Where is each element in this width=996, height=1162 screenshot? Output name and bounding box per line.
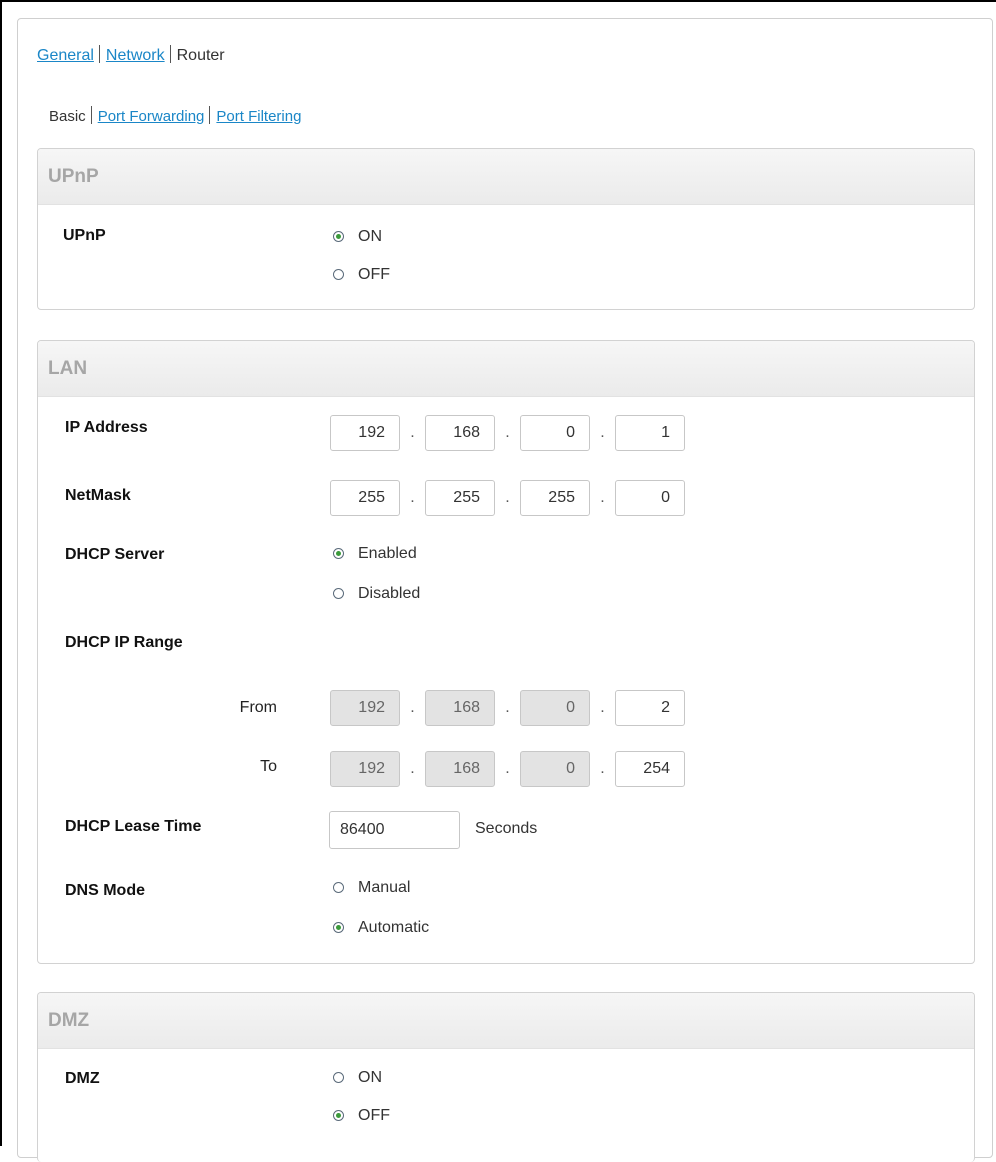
- radio-unselected-icon[interactable]: [333, 1072, 344, 1083]
- upnp-panel: UPnP: [37, 148, 975, 310]
- netmask-label: NetMask: [65, 487, 131, 504]
- lan-panel-title: LAN: [38, 341, 974, 397]
- dhcp-server-label: DHCP Server: [65, 546, 165, 563]
- netmask-octet-1[interactable]: 255: [330, 480, 400, 516]
- dns-automatic-label: Automatic: [358, 919, 430, 936]
- dns-automatic-option[interactable]: Automatic: [333, 917, 429, 939]
- netmask-input: 255. 255. 255. 0: [330, 480, 685, 516]
- lease-unit-label: Seconds: [475, 820, 538, 837]
- upnp-panel-title: UPnP: [38, 149, 974, 205]
- dmz-label: DMZ: [65, 1070, 100, 1087]
- main-tabs: General Network Router: [37, 45, 225, 65]
- tab-general[interactable]: General: [37, 47, 94, 64]
- radio-unselected-icon[interactable]: [333, 269, 344, 280]
- dns-manual-label: Manual: [358, 879, 411, 896]
- dmz-off-option[interactable]: OFF: [333, 1105, 390, 1127]
- radio-unselected-icon[interactable]: [333, 588, 344, 599]
- radio-selected-icon[interactable]: [333, 922, 344, 933]
- dmz-on-label: ON: [358, 1069, 382, 1086]
- sub-tabs: Basic Port Forwarding Port Filtering: [49, 106, 301, 125]
- from-octet-1: 192: [330, 690, 400, 726]
- upnp-label: UPnP: [63, 227, 106, 244]
- ip-octet-2[interactable]: 168: [425, 415, 495, 451]
- ip-octet-1[interactable]: 192: [330, 415, 400, 451]
- dhcp-enabled-label: Enabled: [358, 545, 417, 562]
- upnp-off-label: OFF: [358, 266, 390, 283]
- ip-octet-4[interactable]: 1: [615, 415, 685, 451]
- dmz-off-label: OFF: [358, 1107, 390, 1124]
- dns-manual-option[interactable]: Manual: [333, 877, 410, 899]
- tab-basic[interactable]: Basic: [49, 108, 86, 125]
- radio-selected-icon[interactable]: [333, 1110, 344, 1121]
- dmz-on-option[interactable]: ON: [333, 1067, 382, 1089]
- ip-address-input: 192. 168. 0. 1: [330, 415, 685, 451]
- radio-selected-icon[interactable]: [333, 548, 344, 559]
- netmask-octet-3[interactable]: 255: [520, 480, 590, 516]
- radio-unselected-icon[interactable]: [333, 882, 344, 893]
- to-octet-1: 192: [330, 751, 400, 787]
- ip-address-label: IP Address: [65, 419, 148, 436]
- dhcp-disabled-option[interactable]: Disabled: [333, 583, 420, 605]
- from-octet-4[interactable]: 2: [615, 690, 685, 726]
- to-octet-2: 168: [425, 751, 495, 787]
- tab-port-filtering[interactable]: Port Filtering: [216, 108, 301, 125]
- radio-selected-icon[interactable]: [333, 231, 344, 242]
- ip-octet-3[interactable]: 0: [520, 415, 590, 451]
- upnp-off-option[interactable]: OFF: [333, 264, 390, 286]
- tab-port-forwarding[interactable]: Port Forwarding: [98, 108, 205, 125]
- range-from-input: 192. 168. 0. 2: [330, 690, 685, 726]
- to-octet-4[interactable]: 254: [615, 751, 685, 787]
- range-from-label: From: [239, 699, 277, 716]
- dmz-panel-title: DMZ: [38, 993, 974, 1049]
- netmask-octet-2[interactable]: 255: [425, 480, 495, 516]
- from-octet-3: 0: [520, 690, 590, 726]
- tab-separator: [90, 106, 92, 124]
- dhcp-range-label: DHCP IP Range: [65, 634, 183, 651]
- to-octet-3: 0: [520, 751, 590, 787]
- dhcp-disabled-label: Disabled: [358, 585, 421, 602]
- range-to-input: 192. 168. 0. 254: [330, 751, 685, 787]
- netmask-octet-4[interactable]: 0: [615, 480, 685, 516]
- range-to-label: To: [260, 758, 277, 775]
- dns-mode-label: DNS Mode: [65, 882, 145, 899]
- tab-separator: [169, 45, 171, 63]
- dhcp-enabled-option[interactable]: Enabled: [333, 543, 417, 565]
- tab-network[interactable]: Network: [106, 47, 165, 64]
- lease-time-label: DHCP Lease Time: [65, 818, 202, 835]
- upnp-on-label: ON: [358, 228, 382, 245]
- tab-separator: [209, 106, 211, 124]
- dmz-panel: DMZ: [37, 992, 975, 1162]
- window-top-border: [0, 0, 996, 2]
- tab-separator: [98, 45, 100, 63]
- lease-time-input[interactable]: 86400: [329, 811, 460, 849]
- tab-router[interactable]: Router: [177, 47, 225, 64]
- window-left-border: [0, 0, 2, 1146]
- upnp-on-option[interactable]: ON: [333, 226, 382, 248]
- from-octet-2: 168: [425, 690, 495, 726]
